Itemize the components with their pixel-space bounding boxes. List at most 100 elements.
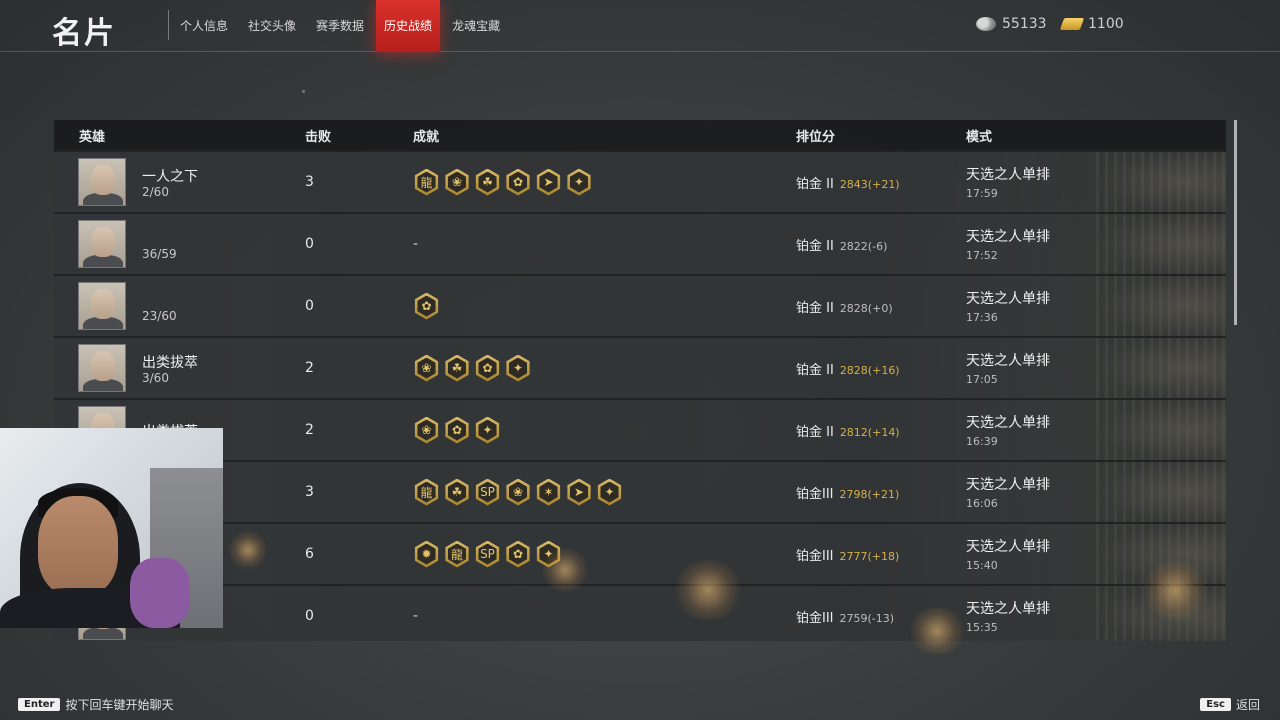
hero-text: 出类拔萃 3/60 <box>142 352 198 385</box>
achievement-list: 龍 ☘ SP ❀ ✶ ➤ ✦ <box>398 478 784 506</box>
header-achievements: 成就 <box>413 129 440 145</box>
header-kills: 击败 <box>305 129 332 145</box>
tab-dragon-treasure[interactable]: 龙魂宝藏 <box>444 0 508 52</box>
achievement-glyph: 龍 <box>450 547 463 562</box>
achievement-glyph: ✶ <box>543 485 554 499</box>
achievement-glyph: ✹ <box>421 547 432 561</box>
webcam-plush <box>130 558 190 628</box>
achievement-glyph: ➤ <box>543 175 554 189</box>
rank-tier: 铂金 II <box>796 176 834 192</box>
achievement-badge-icon[interactable]: ➤ <box>567 478 591 506</box>
kills-value: 0 <box>305 608 314 624</box>
achievement-badge-icon[interactable]: ☘ <box>445 354 469 382</box>
match-history-table: 英雄 击败 成就 排位分 模式 一人之下 2/60 3 龍 ❀ ☘ ✿ ➤ ✦ 铂金 II 2843… <box>54 120 1226 641</box>
achievement-badge-icon[interactable]: ☘ <box>445 478 469 506</box>
kills-value: 6 <box>305 546 314 562</box>
no-achievement: - <box>413 608 419 624</box>
hero-title: 一人之下 <box>142 168 198 185</box>
page-title: 名片 <box>52 16 116 51</box>
tab-social-avatar[interactable]: 社交头像 <box>240 0 304 52</box>
placement: 36/59 <box>142 246 177 261</box>
tab-match-history[interactable]: 历史战绩 <box>376 0 441 52</box>
table-row[interactable]: 23/60 0 ✿ 铂金 II 2828(+0) 天选之人单排 17:36 <box>54 274 1226 336</box>
chat-hint-text: 按下回车键开始聊天 <box>65 698 174 712</box>
enter-key-badge: Enter <box>18 698 61 711</box>
table-row[interactable]: 3 龍 ☘ SP ❀ ✶ ➤ ✦ 铂金III 2798(+21) 天选之人单排 16:06 <box>54 460 1226 522</box>
avatar-face <box>91 351 115 381</box>
table-body: 一人之下 2/60 3 龍 ❀ ☘ ✿ ➤ ✦ 铂金 II 2843(+21) 天选之人单排 17:59… <box>54 150 1226 641</box>
achievement-badge-icon[interactable]: 龍 <box>445 540 469 568</box>
hero-avatar <box>78 158 126 206</box>
achievement-glyph: ❀ <box>421 423 432 437</box>
rank-cell: 铂金 II 2828(+0) <box>784 297 954 316</box>
rank-tier: 铂金III <box>796 486 834 502</box>
achievement-badge-icon[interactable]: 龍 <box>414 168 439 196</box>
achievement-badge-icon[interactable]: ✿ <box>445 416 469 444</box>
achievement-list: ✿ <box>398 292 784 320</box>
achievement-badge-icon[interactable]: ✿ <box>506 168 530 196</box>
hero-cell: 23/60 <box>54 282 290 330</box>
achievement-badge-icon[interactable]: 龍 <box>414 478 439 506</box>
rank-tier: 铂金III <box>796 548 834 564</box>
coin-balance: 55133 <box>976 16 1047 32</box>
webcam-overlay <box>0 428 223 628</box>
achievement-glyph: ✦ <box>604 485 615 499</box>
rank-score: 2777(+18) <box>839 549 900 563</box>
rank-score: 2798(+21) <box>839 487 900 501</box>
achievement-glyph: ✿ <box>421 299 432 313</box>
achievement-glyph: ❀ <box>421 361 432 375</box>
achievement-badge-icon[interactable]: ✿ <box>506 540 530 568</box>
achievement-badge-icon[interactable]: ✦ <box>475 416 500 444</box>
kills-value: 3 <box>305 174 314 190</box>
hero-avatar <box>78 282 126 330</box>
rank-score: 2759(-13) <box>839 611 895 625</box>
back-button[interactable]: Esc 返回 <box>1200 696 1260 713</box>
achievement-badge-icon[interactable]: ✦ <box>567 168 591 196</box>
scrollbar[interactable] <box>1234 120 1237 325</box>
table-row[interactable]: 出类拔萃2❀✿✦铂金 II2812(+14)天选之人单排16:39 <box>54 398 1226 460</box>
achievement-badge-icon[interactable]: ✿ <box>475 354 500 382</box>
achievement-badge-icon[interactable]: SP <box>475 478 500 506</box>
achievement-badge-icon[interactable]: ☘ <box>475 168 500 196</box>
achievement-badge-icon[interactable]: ❀ <box>414 354 439 382</box>
header-rank-score: 排位分 <box>796 129 836 145</box>
achievement-badge-icon[interactable]: ✦ <box>506 354 530 382</box>
achievement-glyph: ✿ <box>512 175 524 189</box>
rank-cell: 铂金 II 2822(-6) <box>784 235 954 254</box>
achievement-badge-icon[interactable]: ❀ <box>445 168 469 196</box>
row-ornament <box>1096 276 1226 336</box>
avatar-face <box>91 165 115 195</box>
achievement-badge-icon[interactable]: ✦ <box>597 478 622 506</box>
achievement-list: 龍 ❀ ☘ ✿ ➤ ✦ <box>398 168 784 196</box>
row-ornament <box>1096 152 1226 212</box>
gold-bar-icon <box>1059 18 1085 30</box>
webcam-face <box>38 496 118 596</box>
achievement-glyph: ✦ <box>573 175 585 189</box>
chat-hint[interactable]: Enter 按下回车键开始聊天 <box>18 696 173 713</box>
title-divider <box>168 10 169 40</box>
tab-profile[interactable]: 个人信息 <box>172 0 236 52</box>
table-row[interactable]: 0- 铂金III 2759(-13) 天选之人单排 15:35 <box>54 584 1226 641</box>
rank-cell: 铂金III 2777(+18) <box>784 545 954 564</box>
achievement-badge-icon[interactable]: ❀ <box>414 416 439 444</box>
achievement-badge-icon[interactable]: ✶ <box>536 478 561 506</box>
table-row[interactable]: 36/59 0- 铂金 II 2822(-6) 天选之人单排 17:52 <box>54 212 1226 274</box>
table-row[interactable]: 出类拔萃 3/60 2 ❀ ☘ ✿ ✦ 铂金 II 2828(+16) 天选之人单排 17:05 <box>54 336 1226 398</box>
achievement-badge-icon[interactable]: ➤ <box>536 168 561 196</box>
achievement-glyph: ❀ <box>512 485 524 499</box>
achievement-glyph: ☘ <box>451 485 463 499</box>
achievement-badge-icon[interactable]: SP <box>475 540 500 568</box>
achievement-badge-icon[interactable]: ✿ <box>414 292 439 320</box>
achievement-badge-icon[interactable]: ❀ <box>506 478 530 506</box>
tab-season-stats[interactable]: 赛季数据 <box>308 0 372 52</box>
kills-value: 3 <box>305 484 314 500</box>
hero-title <box>142 228 177 246</box>
achievement-glyph: ☘ <box>482 175 493 189</box>
rank-score: 2843(+21) <box>839 177 900 191</box>
hero-avatar <box>78 344 126 392</box>
back-label: 返回 <box>1235 698 1260 712</box>
table-row[interactable]: 一人之下 2/60 3 龍 ❀ ☘ ✿ ➤ ✦ 铂金 II 2843(+21) 天选之人单排 17:59 <box>54 150 1226 212</box>
rank-tier: 铂金 II <box>796 300 834 316</box>
achievement-badge-icon[interactable]: ✹ <box>414 540 439 568</box>
hero-text: 一人之下 2/60 <box>142 166 198 199</box>
